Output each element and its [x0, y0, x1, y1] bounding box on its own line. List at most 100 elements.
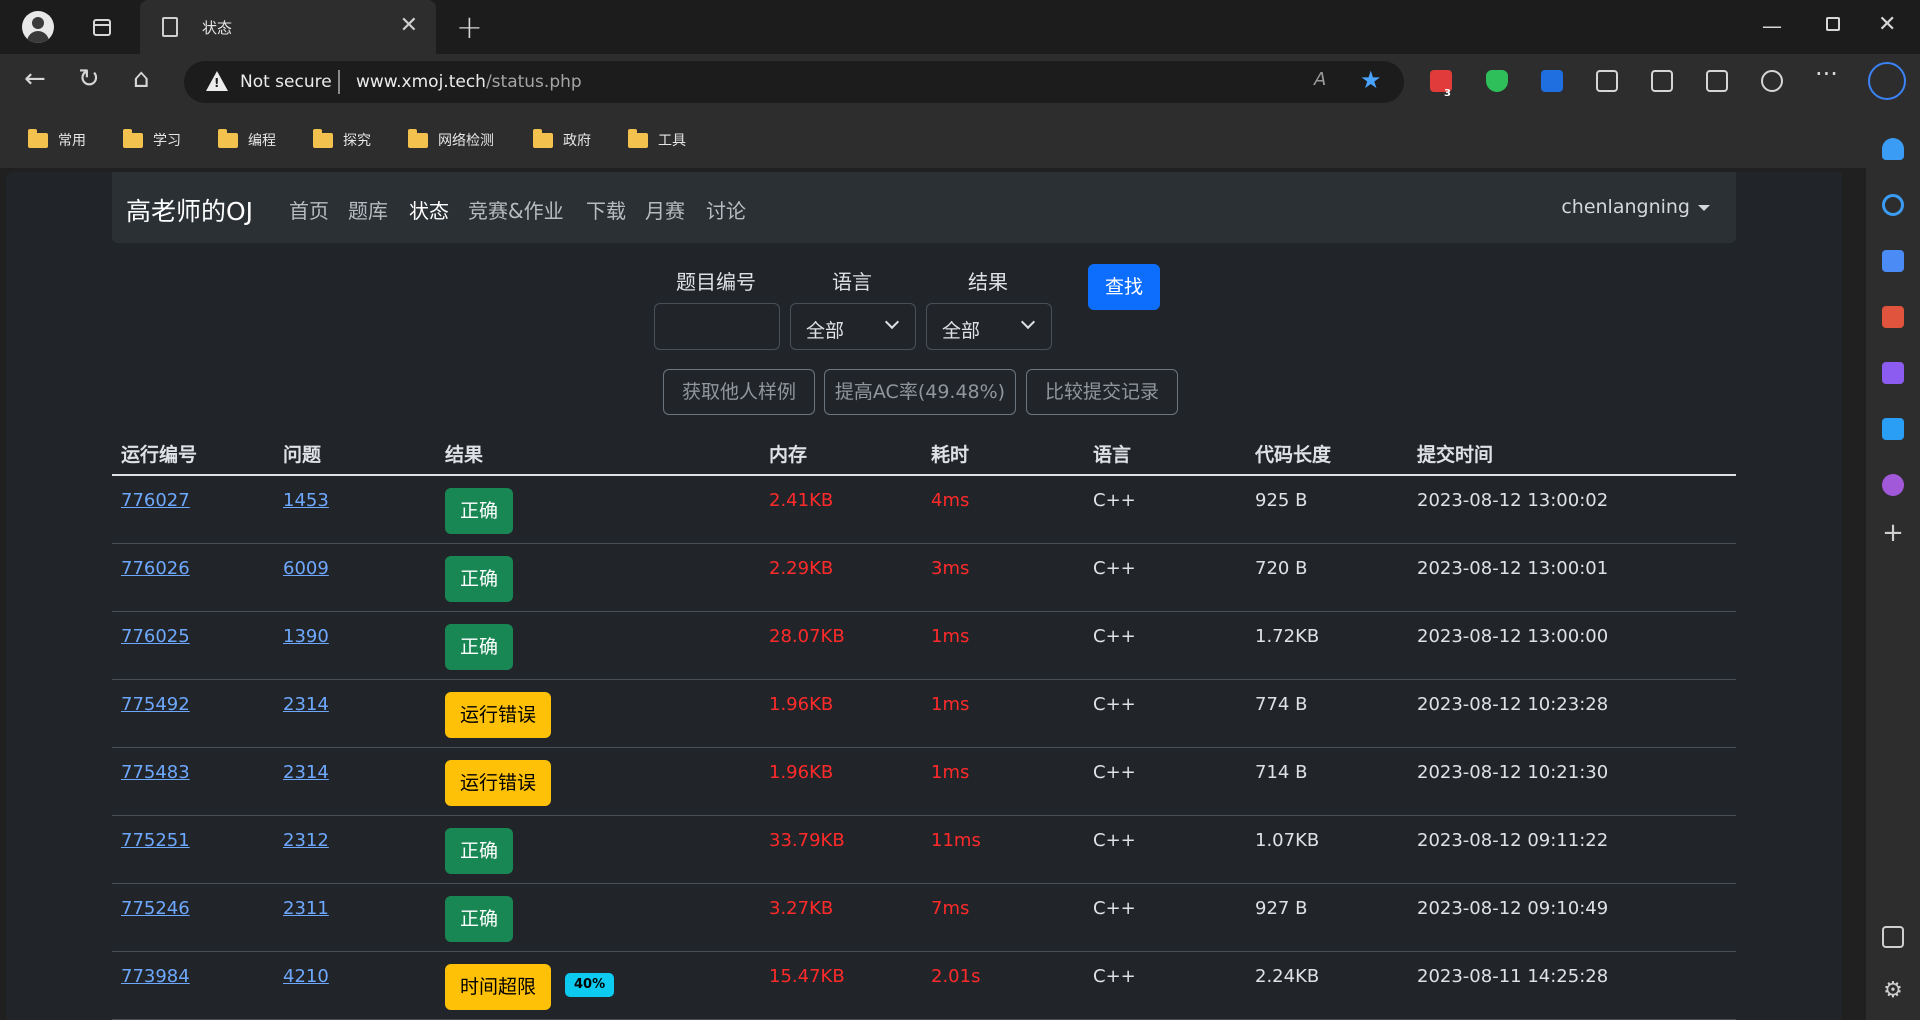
nav-status[interactable]: 状态	[409, 195, 449, 224]
time-value: 2.01s	[931, 966, 981, 987]
bookmark-folder[interactable]: 网络检测	[408, 128, 494, 150]
problem-id-input[interactable]	[654, 303, 780, 350]
run-id-link[interactable]: 775251	[121, 830, 190, 851]
copilot-icon[interactable]	[1868, 62, 1906, 100]
restore-icon[interactable]	[1826, 17, 1840, 31]
site-brand[interactable]: 高老师的OJ	[126, 192, 253, 228]
refresh-icon[interactable]: ↻	[78, 64, 100, 94]
run-id-link[interactable]: 773984	[121, 966, 190, 987]
collections-icon[interactable]	[1706, 70, 1728, 92]
minimize-icon[interactable]: —	[1762, 14, 1782, 38]
nav-discuss[interactable]: 讨论	[706, 195, 746, 224]
submit-time-value: 2023-08-12 13:00:00	[1417, 626, 1609, 647]
url-text[interactable]: www.xmoj.tech/status.php	[356, 72, 582, 92]
table-row: 773984 4210 时间超限 40% 15.47KB 2.01s C++ 2.24KB 20…	[112, 952, 1736, 1020]
search-icon[interactable]	[1882, 194, 1904, 216]
nav-download[interactable]: 下载	[586, 195, 626, 224]
result-badge[interactable]: 运行错误	[445, 760, 552, 806]
get-samples-button[interactable]: 获取他人样例	[663, 369, 815, 415]
more-menu-icon[interactable]: ···	[1815, 60, 1838, 88]
problem-link[interactable]: 2312	[283, 830, 329, 851]
outlook-icon[interactable]	[1882, 418, 1904, 440]
folder-icon	[28, 128, 48, 148]
result-select[interactable]: 全部	[926, 303, 1052, 350]
split-screen-icon[interactable]	[1651, 70, 1673, 92]
problem-link[interactable]: 2314	[283, 694, 329, 715]
sidebar-toggle-icon[interactable]	[1882, 926, 1904, 948]
language-select-value: 全部	[806, 320, 845, 342]
performance-icon[interactable]	[1761, 70, 1783, 92]
run-id-link[interactable]: 775483	[121, 762, 190, 783]
nav-monthly[interactable]: 月赛	[645, 195, 685, 224]
security-label[interactable]: Not secure	[240, 72, 332, 92]
read-aloud-icon[interactable]: A	[1314, 69, 1326, 90]
nav-home[interactable]: 首页	[289, 195, 329, 224]
address-bar[interactable]: ! Not secure www.xmoj.tech/status.php A …	[184, 61, 1404, 103]
bookmark-folder[interactable]: 工具	[628, 128, 686, 150]
tools-icon[interactable]	[1882, 306, 1904, 328]
add-icon[interactable]: +	[1882, 520, 1904, 546]
run-id-link[interactable]: 775492	[121, 694, 190, 715]
table-row: 775483 2314 运行错误 1.96KB 1ms C++ 714 B 2023-08-1…	[112, 748, 1736, 816]
user-menu[interactable]: chenlangning	[1561, 196, 1710, 218]
problem-link[interactable]: 2314	[283, 762, 329, 783]
extensions-icon[interactable]	[1596, 70, 1618, 92]
nav-contests[interactable]: 竞赛&作业	[468, 195, 564, 224]
settings-gear-icon[interactable]: ⚙	[1882, 980, 1904, 1002]
search-button[interactable]: 查找	[1088, 264, 1160, 310]
bookmark-label: 学习	[153, 133, 181, 149]
tab-actions-icon[interactable]	[93, 19, 111, 36]
new-tab-icon[interactable]: +	[456, 8, 483, 46]
code-length-value: 720 B	[1255, 558, 1308, 579]
improve-ac-button[interactable]: 提高AC率(49.48%)	[824, 369, 1016, 415]
language-value: C++	[1093, 966, 1136, 987]
language-select[interactable]: 全部	[790, 303, 916, 350]
tab-status[interactable]: 状态 ✕	[140, 0, 436, 54]
back-icon[interactable]: ←	[24, 64, 46, 94]
result-badge[interactable]: 正确	[445, 828, 514, 874]
col-memory: 内存	[769, 444, 808, 466]
bookmark-folder[interactable]: 编程	[218, 128, 276, 150]
result-badge[interactable]: 正确	[445, 896, 514, 942]
bookmark-folder[interactable]: 探究	[313, 128, 371, 150]
zotero-extension-icon[interactable]	[1541, 70, 1563, 92]
code-length-value: 774 B	[1255, 694, 1308, 715]
problem-link[interactable]: 4210	[283, 966, 329, 987]
favorite-star-icon[interactable]: ★	[1360, 66, 1382, 94]
warning-icon[interactable]: !	[206, 71, 228, 91]
problem-link[interactable]: 1453	[283, 490, 329, 511]
folder-icon	[533, 128, 553, 148]
profile-avatar-icon[interactable]	[22, 11, 54, 43]
games-icon[interactable]	[1882, 474, 1904, 496]
bookmark-folder[interactable]: 学习	[123, 128, 181, 150]
problem-link[interactable]: 2311	[283, 898, 329, 919]
close-tab-icon[interactable]: ✕	[400, 13, 418, 38]
home-icon[interactable]: ⌂	[133, 64, 150, 94]
close-window-icon[interactable]: ✕	[1878, 12, 1896, 37]
run-id-link[interactable]: 776025	[121, 626, 190, 647]
notifications-icon[interactable]	[1882, 138, 1904, 160]
shield-extension-icon[interactable]	[1486, 70, 1508, 92]
run-id-link[interactable]: 776026	[121, 558, 190, 579]
problem-link[interactable]: 6009	[283, 558, 329, 579]
bookmark-folder[interactable]: 常用	[28, 128, 86, 150]
compare-submissions-button[interactable]: 比较提交记录	[1026, 369, 1178, 415]
result-badge[interactable]: 正确	[445, 624, 514, 670]
folder-icon	[408, 128, 428, 148]
bookmark-folder[interactable]: 政府	[533, 128, 591, 150]
run-id-link[interactable]: 775246	[121, 898, 190, 919]
run-id-link[interactable]: 776027	[121, 490, 190, 511]
bookmarks-bar: 常用 学习 编程 探究 网络检测 政府 工具	[0, 110, 1920, 168]
result-badge[interactable]: 时间超限	[445, 964, 552, 1010]
result-badge[interactable]: 运行错误	[445, 692, 552, 738]
language-value: C++	[1093, 626, 1136, 647]
folder-icon	[628, 128, 648, 148]
nav-problems[interactable]: 题库	[348, 195, 388, 224]
result-badge[interactable]: 正确	[445, 488, 514, 534]
table-row: 775251 2312 正确 33.79KB 11ms C++ 1.07KB 2023-08-…	[112, 816, 1736, 884]
username: chenlangning	[1561, 196, 1690, 218]
problem-link[interactable]: 1390	[283, 626, 329, 647]
result-badge[interactable]: 正确	[445, 556, 514, 602]
shopping-icon[interactable]	[1882, 250, 1904, 272]
office-icon[interactable]	[1882, 362, 1904, 384]
